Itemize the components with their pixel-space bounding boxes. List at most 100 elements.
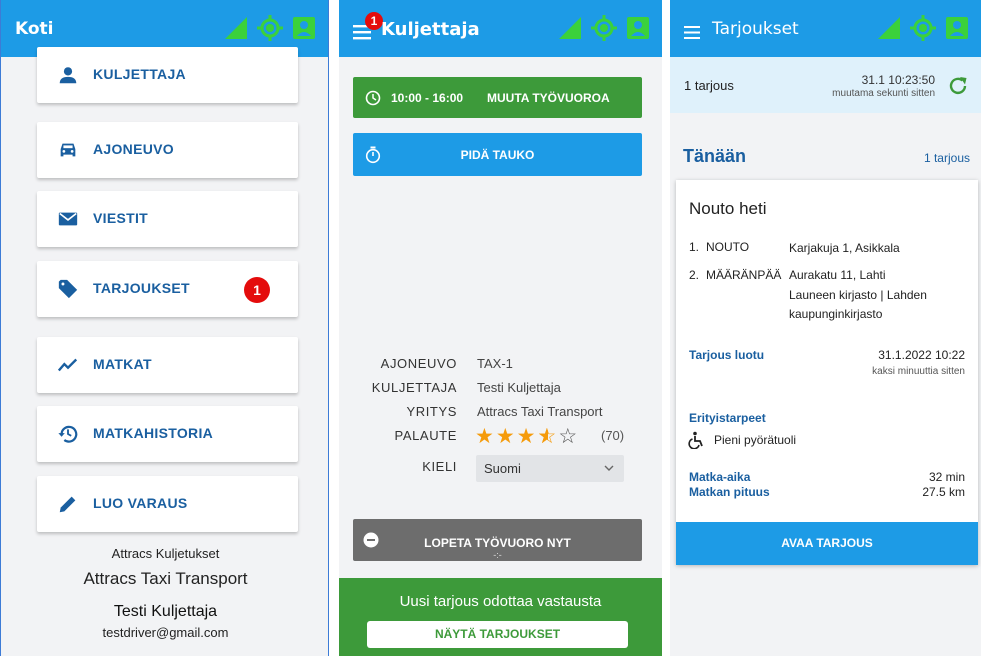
stop2-label: MÄÄRÄNPÄÄ: [706, 268, 782, 282]
stop2-detail: Launeen kirjasto | Lahden: [789, 288, 927, 302]
end-shift-timer: -:-: [493, 550, 502, 560]
trending-icon: [57, 358, 78, 372]
contact-icon[interactable]: [290, 14, 318, 42]
refresh-icon[interactable]: [947, 75, 969, 97]
banner-text: Uusi tarjous odottaa vastausta: [399, 593, 602, 610]
chevron-down-icon: [604, 465, 614, 471]
stop2-number: 2.: [689, 268, 700, 282]
offers-screen: Tarjoukset 1 tarjous 31.1 10:23:50 muuta…: [670, 0, 981, 656]
show-offers-button[interactable]: NÄYTÄ TARJOUKSET: [367, 621, 628, 648]
created-value: 31.1.2022 10:22: [878, 348, 965, 362]
history-icon: [58, 425, 78, 443]
distance-value: 27.5 km: [922, 485, 965, 499]
menu-item-luo-varaus[interactable]: LUO VARAUS: [37, 476, 298, 532]
take-break-label: PIDÄ TAUKO: [460, 148, 535, 162]
created-label: Tarjous luotu: [689, 348, 765, 362]
rating-count: (70): [601, 428, 625, 443]
stop1-label: NOUTO: [706, 240, 750, 254]
open-offer-label: AVAA TARJOUS: [781, 536, 873, 550]
app-bar: Tarjoukset: [670, 0, 981, 57]
menu-label: MATKAHISTORIA: [93, 425, 214, 441]
language-value: Suomi: [484, 461, 521, 476]
menu-icon[interactable]: [684, 26, 702, 40]
contact-icon[interactable]: [624, 14, 652, 42]
stop2-detail: kaupunginkirjasto: [789, 307, 883, 321]
info-vehicle: AJONEUVO TAX-1: [339, 353, 662, 375]
gps-icon: [590, 14, 618, 42]
info-company: YRITYS Attracs Taxi Transport: [339, 401, 662, 423]
offer-heading: Nouto heti: [689, 199, 767, 218]
info-driver: KULJETTAJA Testi Kuljettaja: [339, 377, 662, 399]
menu-item-tarjoukset[interactable]: TARJOUKSET 1: [37, 261, 298, 317]
updated-time: 31.1 10:23:50: [861, 73, 935, 87]
duration-label: Matka-aika: [689, 470, 751, 484]
menu-item-kuljettaja[interactable]: KULJETTAJA: [37, 47, 298, 103]
info-label: AJONEUVO: [380, 356, 457, 371]
show-offers-label: NÄYTÄ TARJOUKSET: [434, 627, 561, 641]
end-shift-button[interactable]: LOPETA TYÖVUORO NYT -:-: [353, 519, 642, 561]
driver-name: Testi Kuljettaja: [113, 603, 218, 620]
change-shift-label: MUUTA TYÖVUOROA: [487, 91, 610, 105]
new-offer-banner: Uusi tarjous odottaa vastausta NÄYTÄ TAR…: [339, 578, 662, 656]
info-value: TAX-1: [477, 356, 513, 371]
page-title: Tarjoukset: [712, 19, 799, 39]
menu-label: AJONEUVO: [93, 141, 174, 157]
change-shift-button[interactable]: 10:00 - 16:00 MUUTA TYÖVUOROA: [353, 77, 642, 118]
info-label: YRITYS: [406, 404, 457, 419]
person-icon: [59, 67, 77, 84]
info-label: PALAUTE: [394, 428, 457, 443]
duration-value: 32 min: [928, 470, 965, 484]
gps-icon: [909, 14, 937, 42]
page-title: Koti: [15, 19, 54, 39]
contact-icon[interactable]: [943, 14, 971, 42]
section-title: Tänään: [683, 146, 747, 166]
info-value: Attracs Taxi Transport: [477, 404, 603, 419]
offer-count: 1 tarjous: [684, 78, 734, 93]
stop1-address: Karjakuja 1, Asikkala: [789, 241, 900, 255]
wheelchair-icon: [688, 431, 703, 449]
special-needs-label: Erityistarpeet: [689, 411, 766, 425]
app-name: Attracs Kuljetukset: [111, 546, 220, 561]
driver-screen: 1 Kuljettaja 10:00 - 16:00 MUUTA TYÖVUOR…: [339, 0, 662, 656]
car-icon: [60, 143, 76, 157]
notification-badge: 1: [244, 277, 270, 303]
offer-card[interactable]: Nouto heti 1. NOUTO Karjakuja 1, Asikkal…: [676, 180, 978, 565]
signal-icon: [225, 17, 247, 39]
end-shift-label: LOPETA TYÖVUORO NYT: [424, 536, 571, 550]
rating-stars: ★★★☆★☆: [475, 425, 580, 448]
info-label: KULJETTAJA: [371, 380, 457, 395]
mail-icon: [58, 212, 78, 226]
driver-email: testdriver@gmail.com: [102, 625, 229, 640]
open-offer-button[interactable]: AVAA TARJOUS: [676, 522, 978, 565]
page-title: Kuljettaja: [381, 19, 480, 40]
special-needs-value: Pieni pyörätuoli: [714, 433, 797, 447]
pencil-icon: [59, 496, 76, 513]
take-break-button[interactable]: PIDÄ TAUKO: [353, 133, 642, 176]
stop1-number: 1.: [689, 240, 700, 254]
info-label: KIELI: [422, 459, 457, 474]
gps-icon: [256, 14, 284, 42]
company-name: Attracs Taxi Transport: [83, 569, 248, 588]
menu-label: VIESTIT: [93, 210, 148, 226]
menu-item-viestit[interactable]: VIESTIT: [37, 191, 298, 247]
menu-label: TARJOUKSET: [93, 280, 190, 296]
app-bar: 1 Kuljettaja: [339, 0, 662, 57]
info-value: Testi Kuljettaja: [477, 380, 561, 395]
stop2-address: Aurakatu 11, Lahti: [789, 268, 886, 282]
menu-item-matkahistoria[interactable]: MATKAHISTORIA: [37, 406, 298, 462]
home-screen: Koti KULJETTAJA AJONEUVO VIESTIT TARJOUK…: [0, 0, 329, 656]
distance-label: Matkan pituus: [689, 485, 770, 499]
clock-icon: [365, 90, 381, 106]
app-footer: Attracs Kuljetukset Attracs Taxi Transpo…: [1, 546, 328, 640]
created-relative: kaksi minuuttia sitten: [872, 366, 965, 377]
menu-label: LUO VARAUS: [93, 495, 188, 511]
updated-relative: muutama sekunti sitten: [832, 88, 935, 99]
shift-time: 10:00 - 16:00: [391, 91, 464, 105]
signal-icon: [878, 17, 900, 39]
tag-icon: [58, 279, 78, 299]
info-feedback: PALAUTE ★★★☆★☆ (70): [339, 425, 662, 448]
menu-item-ajoneuvo[interactable]: AJONEUVO: [37, 122, 298, 178]
menu-item-matkat[interactable]: MATKAT: [37, 337, 298, 393]
language-select[interactable]: Suomi: [476, 455, 624, 482]
menu-label: MATKAT: [93, 356, 152, 372]
